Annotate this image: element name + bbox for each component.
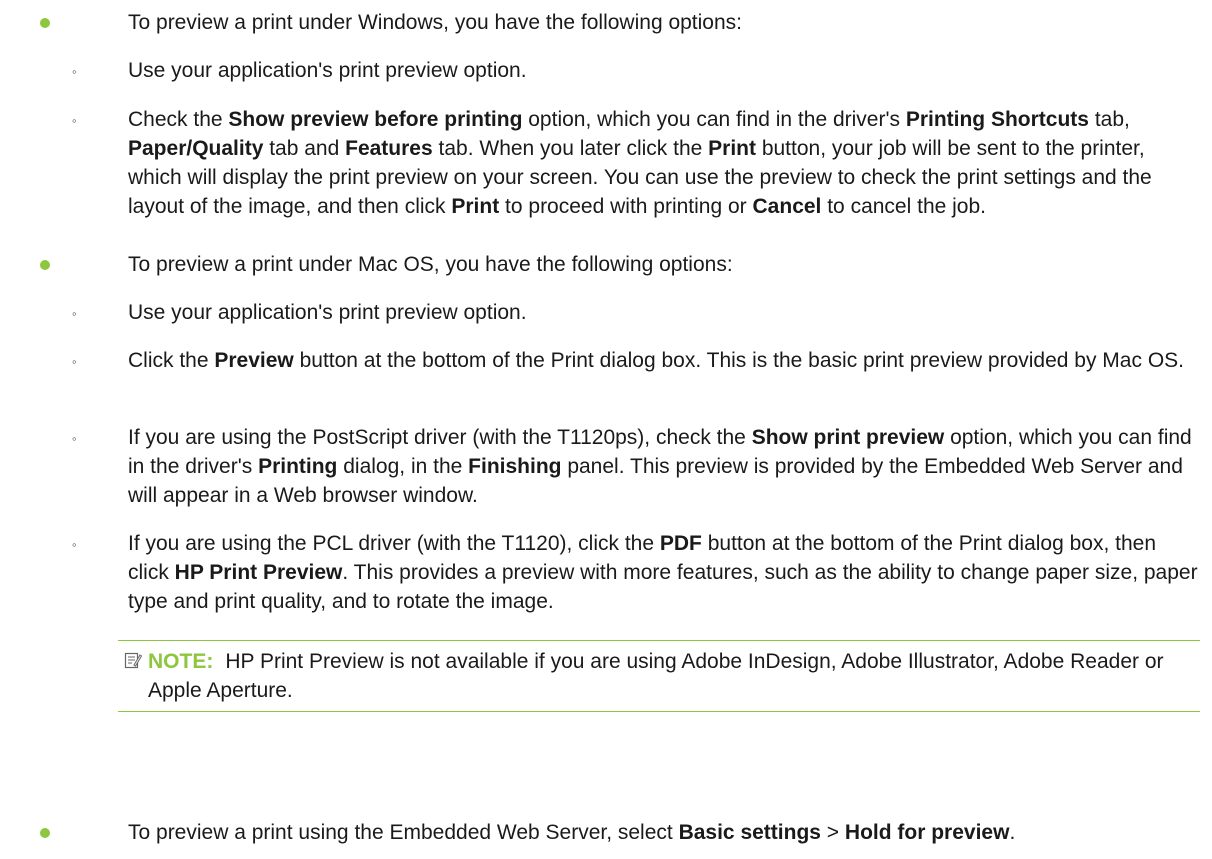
- bullet-circle-icon: ◦: [72, 306, 77, 321]
- list-item-macos: To preview a print under Mac OS, you hav…: [40, 250, 1198, 279]
- macos-item1: Use your application's print preview opt…: [128, 301, 527, 324]
- note-label: NOTE:: [148, 650, 214, 673]
- list-item-macos-app-preview: ◦ Use your application's print preview o…: [72, 298, 1198, 327]
- bullet-circle-icon: ◦: [72, 64, 77, 79]
- windows-intro: To preview a print under Windows, you ha…: [128, 11, 743, 34]
- list-item-windows-app-preview: ◦ Use your application's print preview o…: [72, 56, 1198, 85]
- bullet-circle-icon: ◦: [72, 431, 77, 446]
- document-page: To preview a print under Windows, you ha…: [0, 0, 1212, 859]
- list-item-macos-pcl: ◦ If you are using the PCL driver (with …: [72, 529, 1198, 616]
- ews-text: To preview a print using the Embedded We…: [128, 821, 1016, 844]
- windows-item2: Check the Show preview before printing o…: [128, 108, 1152, 218]
- note-pencil-icon: [124, 652, 142, 669]
- list-item-windows: To preview a print under Windows, you ha…: [40, 8, 1198, 37]
- bullet-dot-icon: [40, 18, 50, 28]
- note-text: NOTE: HP Print Preview is not available i…: [148, 650, 1164, 702]
- macos-item3: If you are using the PostScript driver (…: [128, 426, 1192, 507]
- macos-item2: Click the Preview button at the bottom o…: [128, 349, 1184, 372]
- bullet-dot-icon: [40, 828, 50, 838]
- bullet-dot-icon: [40, 260, 50, 270]
- list-item-macos-preview-button: ◦ Click the Preview button at the bottom…: [72, 346, 1198, 375]
- macos-intro: To preview a print under Mac OS, you hav…: [128, 253, 733, 276]
- bullet-circle-icon: ◦: [72, 537, 77, 552]
- list-item-macos-postscript: ◦ If you are using the PostScript driver…: [72, 423, 1198, 510]
- bullet-circle-icon: ◦: [72, 113, 77, 128]
- note-box: NOTE: HP Print Preview is not available i…: [118, 640, 1200, 712]
- list-item-ews: To preview a print using the Embedded We…: [40, 818, 1198, 847]
- macos-item4: If you are using the PCL driver (with th…: [128, 532, 1198, 613]
- list-item-windows-driver-preview: ◦ Check the Show preview before printing…: [72, 105, 1198, 221]
- bullet-circle-icon: ◦: [72, 354, 77, 369]
- windows-item1: Use your application's print preview opt…: [128, 59, 527, 82]
